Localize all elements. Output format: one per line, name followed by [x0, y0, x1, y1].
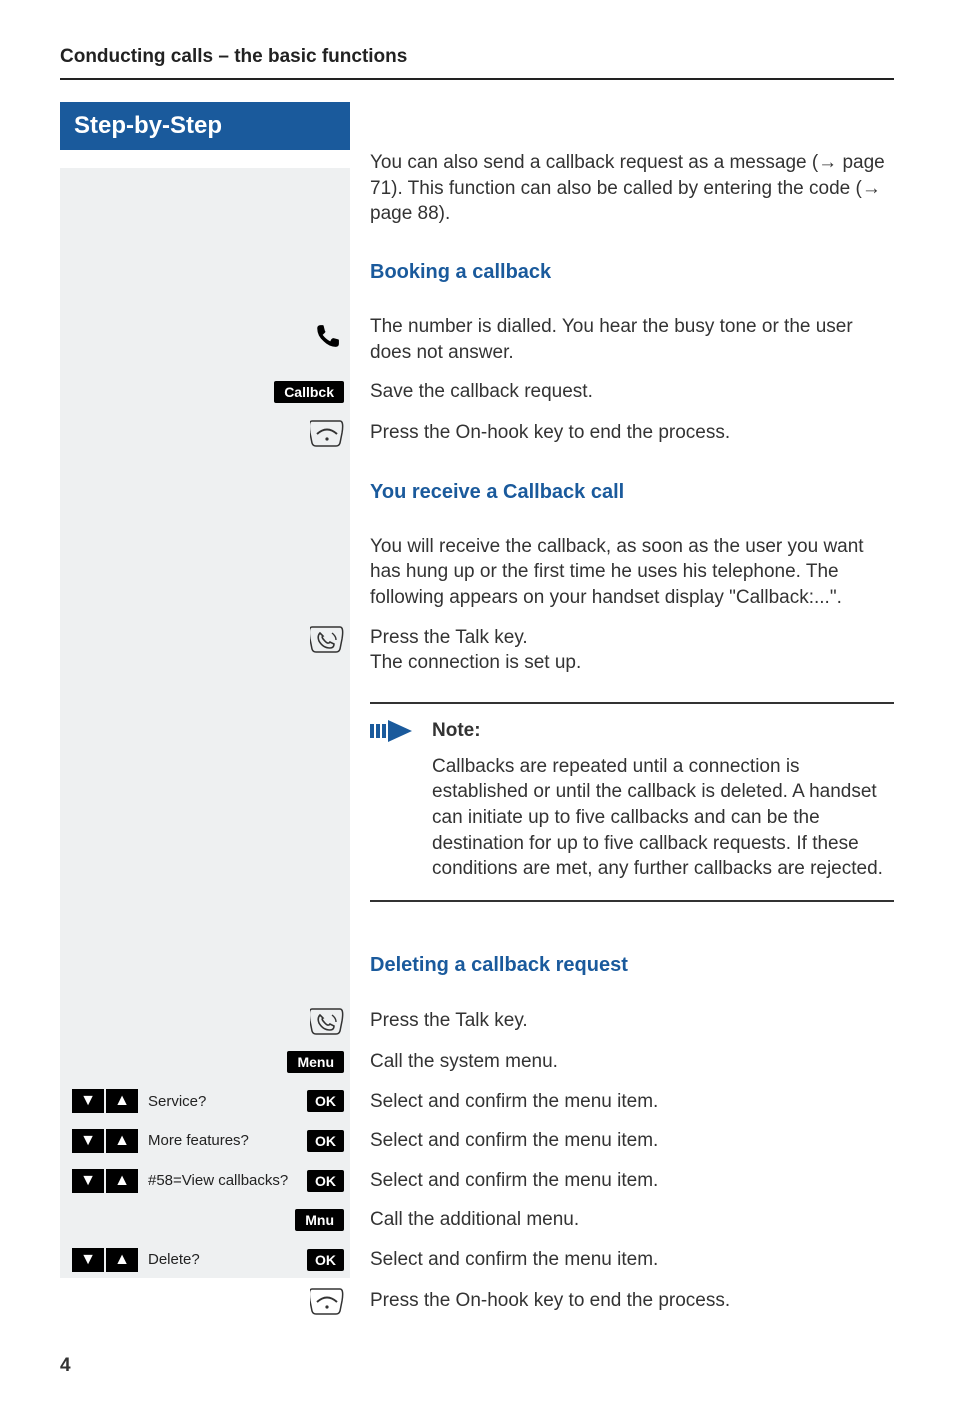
step-by-step-banner: Step-by-Step	[60, 102, 350, 150]
note-body-text: Callbacks are repeated until a connectio…	[432, 754, 894, 882]
ok-button[interactable]: OK	[307, 1249, 344, 1271]
menu-item-delete: Delete?	[148, 1251, 297, 1268]
booking-save-text: Save the callback request.	[350, 379, 894, 405]
talk-key-icon	[310, 625, 344, 653]
menu-item-service: Service?	[148, 1093, 297, 1110]
ok-button[interactable]: OK	[307, 1130, 344, 1152]
booking-onhook-text: Press the On-hook key to end the process…	[350, 420, 894, 446]
nav-arrows[interactable]: ▼ ▲	[72, 1089, 138, 1113]
page: Conducting calls – the basic functions S…	[0, 0, 954, 1417]
note-arrow-icon	[370, 718, 418, 882]
arrow-up-icon: ▲	[106, 1169, 138, 1193]
note-heading: Note:	[432, 718, 894, 744]
mnu-softkey[interactable]: Mnu	[295, 1209, 344, 1231]
receive-talk-text: Press the Talk key. The connection is se…	[350, 625, 894, 676]
nav-arrows[interactable]: ▼ ▲	[72, 1169, 138, 1193]
nav-arrows[interactable]: ▼ ▲	[72, 1129, 138, 1153]
deleting-mnu-text: Call the additional menu.	[350, 1207, 894, 1233]
arrow-up-icon: ▲	[106, 1089, 138, 1113]
nav-arrows[interactable]: ▼ ▲	[72, 1248, 138, 1272]
note-block: Note: Callbacks are repeated until a con…	[370, 702, 894, 902]
section-deleting-title: Deleting a callback request	[370, 952, 894, 979]
menu-item-more-features-text: Select and confirm the menu item.	[350, 1128, 894, 1154]
callbck-softkey[interactable]: Callbck	[274, 381, 344, 403]
page-number: 4	[60, 1355, 894, 1377]
receive-intro-text: You will receive the callback, as soon a…	[350, 534, 894, 611]
menu-item-service-text: Select and confirm the menu item.	[350, 1089, 894, 1115]
deleting-menu-text: Call the system menu.	[350, 1049, 894, 1075]
menu-softkey[interactable]: Menu	[287, 1051, 344, 1073]
arrow-down-icon: ▼	[72, 1129, 104, 1153]
arrow-down-icon: ▼	[72, 1169, 104, 1193]
ok-button[interactable]: OK	[307, 1090, 344, 1112]
arrow-down-icon: ▼	[72, 1089, 104, 1113]
deleting-onhook-text: Press the On-hook key to end the process…	[350, 1288, 894, 1314]
booking-dial-text: The number is dialled. You hear the busy…	[350, 314, 894, 365]
menu-item-view-callbacks: #58=View callbacks?	[148, 1172, 297, 1189]
section-receive-title: You receive a Callback call	[370, 479, 894, 506]
talk-key-icon-2	[310, 1007, 344, 1035]
arrow-up-icon: ▲	[106, 1129, 138, 1153]
menu-item-more-features: More features?	[148, 1132, 297, 1149]
handset-icon	[314, 323, 344, 356]
arrow-up-icon: ▲	[106, 1248, 138, 1272]
onhook-key-icon-2	[310, 1287, 344, 1315]
menu-item-view-callbacks-text: Select and confirm the menu item.	[350, 1168, 894, 1194]
onhook-key-icon	[310, 419, 344, 447]
section-booking-title: Booking a callback	[370, 259, 894, 286]
running-head: Conducting calls – the basic functions	[60, 46, 894, 80]
arrow-down-icon: ▼	[72, 1248, 104, 1272]
menu-item-delete-text: Select and confirm the menu item.	[350, 1247, 894, 1273]
intro-text: You can also send a callback request as …	[350, 150, 894, 227]
ok-button[interactable]: OK	[307, 1170, 344, 1192]
deleting-talk-text: Press the Talk key.	[350, 1008, 894, 1034]
